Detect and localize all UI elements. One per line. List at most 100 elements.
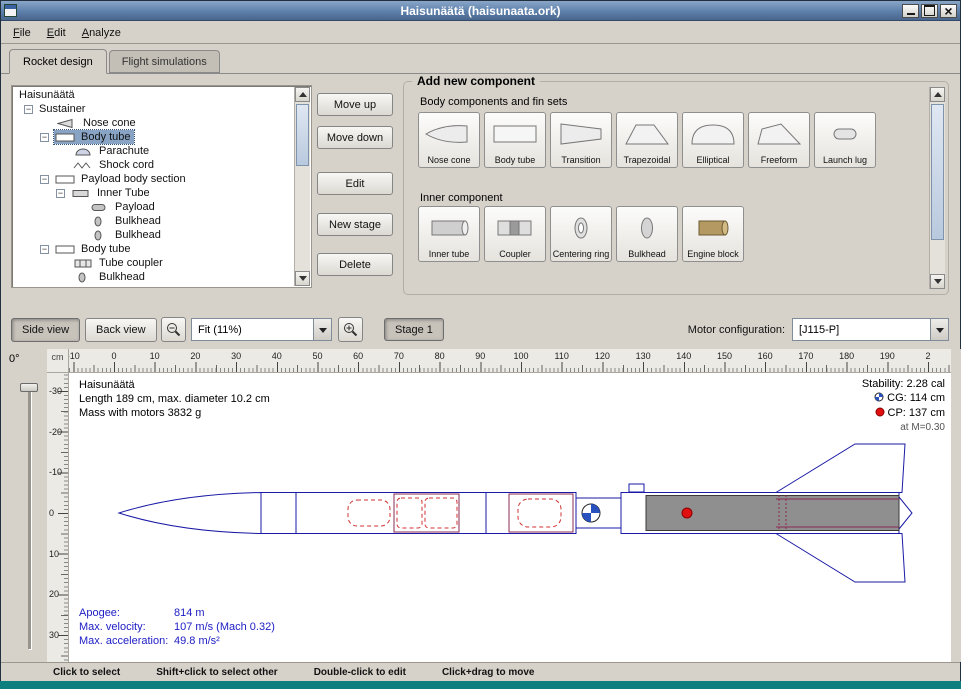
add-launch-lug-button[interactable]: Launch lug	[814, 112, 876, 168]
collapse-icon[interactable]	[40, 175, 49, 184]
parachute-icon	[73, 146, 95, 157]
ruler-tick-label: -20	[49, 427, 62, 437]
menu-bar: FileEditAnalyze	[1, 22, 960, 44]
nose-cone-icon	[423, 113, 475, 155]
tree-item-payload[interactable]: Payload	[14, 200, 294, 214]
rocket-info: Haisunäätä Length 189 cm, max. diameter …	[79, 378, 270, 420]
ruler-tick-label: 60	[353, 351, 363, 361]
tree-item-shock-cord[interactable]: Shock cord	[14, 158, 294, 172]
cg-value: CG: 114 cm	[887, 392, 945, 404]
ruler-tick-label: 120	[595, 351, 610, 361]
tree-item-nose-cone[interactable]: Nose cone	[14, 116, 294, 130]
ruler-tick-label: 50	[312, 351, 322, 361]
add-coupler-button[interactable]: Coupler	[484, 206, 546, 262]
scroll-down-button[interactable]	[930, 274, 945, 289]
launch-lug-icon	[819, 113, 871, 155]
tree-scrollbar[interactable]	[294, 87, 310, 286]
side-view-button[interactable]: Side view	[11, 318, 80, 342]
scroll-thumb[interactable]	[931, 104, 944, 240]
edit-button[interactable]: Edit	[317, 172, 393, 195]
scroll-up-button[interactable]	[295, 87, 310, 102]
motor-configuration-combo[interactable]: [J115-P]	[792, 318, 949, 341]
rocket-view-canvas[interactable]: Haisunäätä Length 189 cm, max. diameter …	[69, 373, 951, 662]
tree-item-bulkhead[interactable]: Bulkhead	[14, 228, 294, 242]
collapse-icon[interactable]	[56, 189, 65, 198]
ruler-tick-label: 20	[49, 589, 59, 599]
tree-item-parachute[interactable]: Parachute	[14, 144, 294, 158]
component-panel-scrollbar[interactable]	[929, 87, 945, 289]
tree-item-tube-coupler[interactable]: Tube coupler	[14, 256, 294, 270]
collapse-icon[interactable]	[24, 105, 33, 114]
ruler-tick-label: 10	[49, 549, 59, 559]
add-trapezoidal-fin-button[interactable]: Trapezoidal	[616, 112, 678, 168]
menu-item[interactable]: Analyze	[74, 24, 129, 42]
status-bar: Click to selectShift+click to select oth…	[1, 662, 960, 681]
tree-item-body-tube-aft[interactable]: Body tube	[14, 242, 294, 256]
vertical-ruler: -30-20-100102030	[47, 373, 69, 662]
add-centering-ring-button[interactable]: Centering ring	[550, 206, 612, 262]
tree-item-payload-body-section[interactable]: Payload body section	[14, 172, 294, 186]
velocity-value: 107 m/s (Mach 0.32)	[174, 620, 275, 634]
add-bulkhead-button[interactable]: Bulkhead	[616, 206, 678, 262]
scroll-down-button[interactable]	[295, 271, 310, 286]
menu-item[interactable]: File	[5, 24, 39, 42]
component-tree[interactable]: Haisunäätä Sustainer Nose cone Body tube…	[11, 85, 312, 288]
rotation-slider-track[interactable]	[28, 387, 31, 649]
add-freeform-fin-button[interactable]: Freeform	[748, 112, 810, 168]
scroll-up-button[interactable]	[930, 87, 945, 102]
add-inner-tube-button[interactable]: Inner tube	[418, 206, 480, 262]
zoom-in-button[interactable]	[338, 317, 363, 342]
delete-button[interactable]: Delete	[317, 253, 393, 276]
ruler-tick-label: 160	[758, 351, 773, 361]
acceleration-label: Max. acceleration:	[79, 634, 174, 648]
back-view-button[interactable]: Back view	[85, 318, 157, 342]
tree-item-body-tube[interactable]: Body tube	[14, 130, 294, 144]
minimize-button[interactable]	[902, 4, 919, 18]
add-body-tube-button[interactable]: Body tube	[484, 112, 546, 168]
add-engine-block-button[interactable]: Engine block	[682, 206, 744, 262]
mach-condition: at M=0.30	[862, 421, 945, 435]
ruler-tick-label: 40	[272, 351, 282, 361]
close-button[interactable]	[940, 4, 957, 18]
acceleration-value: 49.8 m/s²	[174, 634, 220, 648]
tree-item-rocket[interactable]: Haisunäätä	[14, 88, 294, 102]
tab-flight-simulations[interactable]: Flight simulations	[109, 50, 220, 73]
cp-value: CP: 137 cm	[888, 407, 945, 419]
move-up-button[interactable]: Move up	[317, 93, 393, 116]
engine-block-icon	[687, 207, 739, 249]
ruler-tick-label: -10	[49, 467, 62, 477]
new-stage-button[interactable]: New stage	[317, 213, 393, 236]
trapezoidal-fin-icon	[621, 113, 673, 155]
motor-configuration-label: Motor configuration:	[688, 324, 785, 336]
zoom-out-button[interactable]	[161, 317, 186, 342]
coupler-icon	[489, 207, 541, 249]
body-components-label: Body components and fin sets	[420, 96, 567, 108]
scroll-thumb[interactable]	[296, 104, 309, 166]
collapse-icon[interactable]	[40, 245, 49, 254]
maximize-button[interactable]	[921, 4, 938, 18]
cp-icon	[875, 407, 885, 421]
add-nose-cone-button[interactable]: Nose cone	[418, 112, 480, 168]
ruler-tick-label: 80	[435, 351, 445, 361]
inner-tube-icon	[71, 188, 93, 199]
rotation-slider-handle[interactable]	[20, 383, 38, 392]
collapse-icon[interactable]	[40, 133, 49, 142]
chevron-down-icon[interactable]	[313, 319, 331, 340]
zoom-combo[interactable]: Fit (11%)	[191, 318, 332, 341]
rocket-length: Length 189 cm, max. diameter 10.2 cm	[79, 392, 270, 406]
rocket-view-panel: 0° cm -100102030405060708090100110120130…	[1, 349, 961, 662]
tree-item-inner-tube[interactable]: Inner Tube	[14, 186, 294, 200]
stage-1-toggle[interactable]: Stage 1	[384, 318, 444, 341]
tree-item-bulkhead[interactable]: Bulkhead	[14, 270, 294, 284]
elliptical-fin-icon	[687, 113, 739, 155]
tree-item-sustainer[interactable]: Sustainer	[14, 102, 294, 116]
chevron-down-icon[interactable]	[930, 319, 948, 340]
bulkhead-icon	[73, 272, 95, 283]
tree-item-bulkhead[interactable]: Bulkhead	[14, 214, 294, 228]
add-transition-button[interactable]: Transition	[550, 112, 612, 168]
body-tube-icon	[489, 113, 541, 155]
move-down-button[interactable]: Move down	[317, 126, 393, 149]
tab-rocket-design[interactable]: Rocket design	[9, 49, 107, 74]
menu-item[interactable]: Edit	[39, 24, 74, 42]
add-elliptical-fin-button[interactable]: Elliptical	[682, 112, 744, 168]
